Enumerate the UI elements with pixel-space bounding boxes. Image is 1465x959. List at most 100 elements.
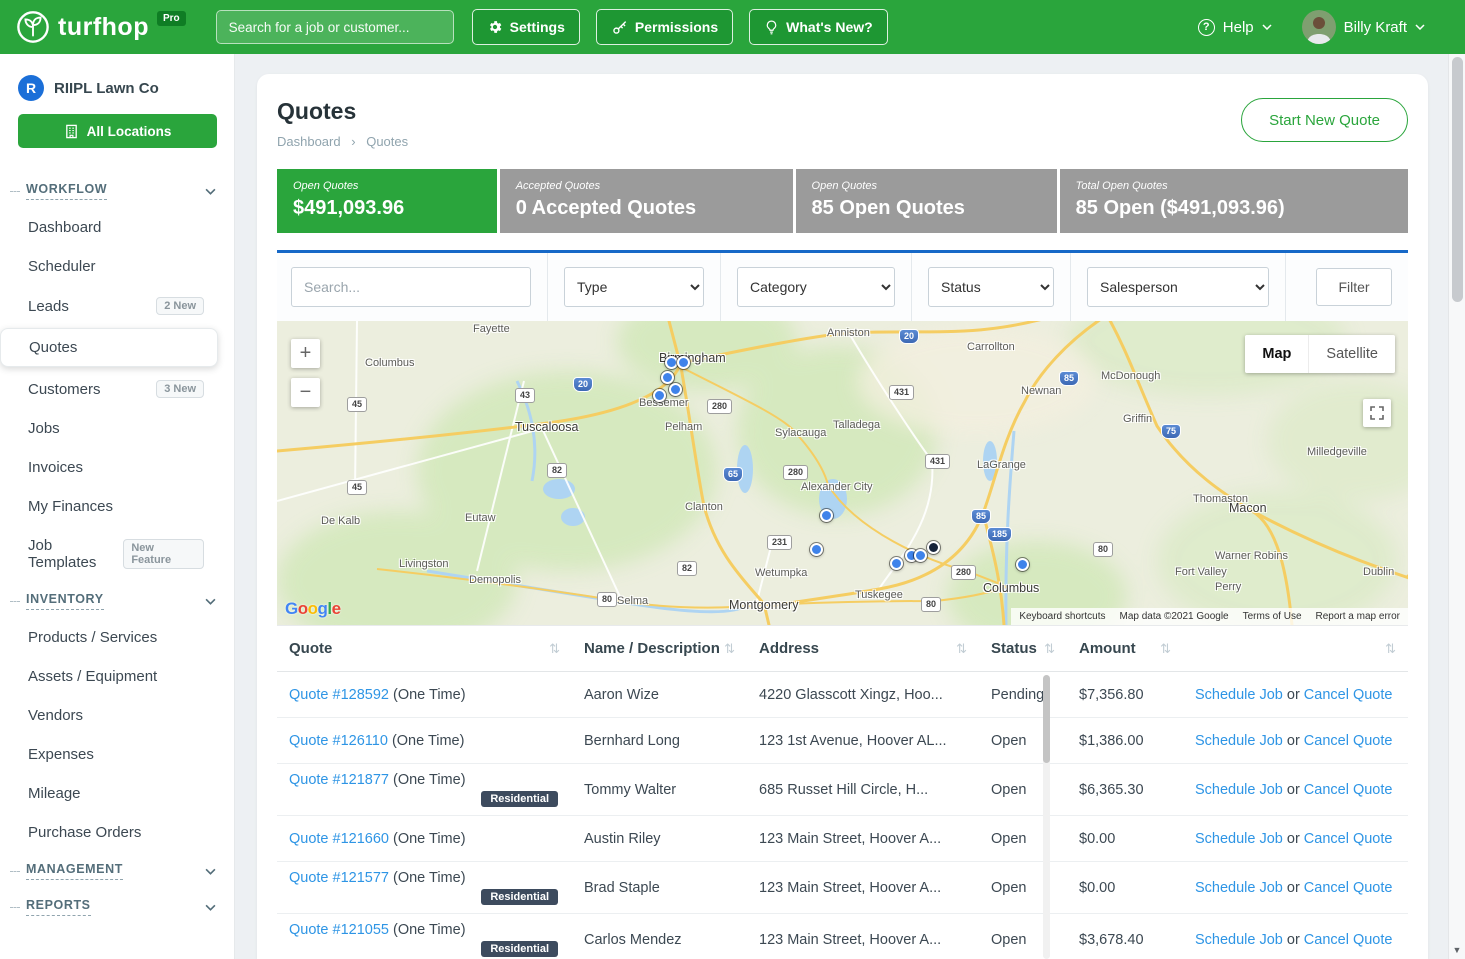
status-select[interactable]: Status [928, 267, 1054, 307]
report-map-error-link[interactable]: Report a map error [1316, 611, 1400, 622]
permissions-button[interactable]: Permissions [596, 9, 733, 45]
sidebar-item-vendors[interactable]: Vendors [0, 696, 218, 735]
sidebar-item-dashboard[interactable]: Dashboard [0, 208, 218, 247]
company-switcher[interactable]: R RIIPL Lawn Co [0, 54, 234, 114]
keyboard-shortcuts-link[interactable]: Keyboard shortcuts [1019, 611, 1105, 622]
map-marker-selected[interactable] [927, 541, 940, 554]
cancel-quote-link[interactable]: Cancel Quote [1304, 932, 1393, 948]
sort-icon[interactable]: ⇅ [549, 641, 560, 657]
sidebar-item-customers[interactable]: Customers 3 New [0, 369, 218, 409]
table-scrollbar[interactable] [1043, 675, 1050, 959]
google-logo[interactable]: Google [285, 599, 341, 619]
schedule-job-link[interactable]: Schedule Job [1195, 932, 1283, 948]
sidebar-item-invoices[interactable]: Invoices [0, 448, 218, 487]
schedule-job-link[interactable]: Schedule Job [1195, 782, 1283, 798]
map-marker[interactable] [669, 383, 682, 396]
map-label: LaGrange [977, 459, 1026, 471]
cancel-quote-link[interactable]: Cancel Quote [1304, 782, 1393, 798]
permissions-label: Permissions [635, 19, 718, 35]
filter-button[interactable]: Filter [1316, 268, 1392, 306]
satellite-view-button[interactable]: Satellite [1308, 335, 1395, 373]
map-marker[interactable] [890, 557, 903, 570]
quotes-search-input[interactable] [291, 267, 531, 307]
map-marker[interactable] [820, 509, 833, 522]
sidebar-item-my-finances[interactable]: My Finances [0, 487, 218, 526]
breadcrumb-dashboard-link[interactable]: Dashboard [277, 134, 341, 149]
table-scrollbar-thumb[interactable] [1043, 675, 1050, 763]
sidebar-section-inventory[interactable]: Inventory [0, 582, 234, 618]
sort-icon[interactable]: ⇅ [956, 641, 967, 657]
cancel-quote-link[interactable]: Cancel Quote [1304, 831, 1393, 847]
quote-link[interactable]: Quote #128592 [289, 687, 389, 703]
quote-link[interactable]: Quote #121877 [289, 772, 389, 788]
map-marker[interactable] [653, 389, 666, 402]
sidebar-item-mileage[interactable]: Mileage [0, 774, 218, 813]
sort-icon[interactable]: ⇅ [1044, 641, 1055, 657]
sort-icon[interactable]: ⇅ [1160, 641, 1171, 657]
sidebar-item-products-services[interactable]: Products / Services [0, 618, 218, 657]
map-marker[interactable] [1016, 558, 1029, 571]
scroll-down-arrow-icon[interactable]: ▼ [1453, 941, 1462, 959]
zoom-out-button[interactable]: − [291, 378, 320, 407]
terms-of-use-link[interactable]: Terms of Use [1243, 611, 1302, 622]
road-shield: 43 [515, 388, 535, 403]
sidebar-item-purchase-orders[interactable]: Purchase Orders [0, 813, 218, 852]
schedule-job-link[interactable]: Schedule Job [1195, 733, 1283, 749]
sidebar-item-job-templates[interactable]: Job Templates New Feature [0, 526, 218, 582]
road-shield: 20 [573, 377, 593, 392]
map-marker[interactable] [914, 549, 927, 562]
cancel-quote-link[interactable]: Cancel Quote [1304, 687, 1393, 703]
map-marker[interactable] [677, 356, 690, 369]
all-locations-button[interactable]: All Locations [18, 114, 217, 148]
sidebar-item-leads[interactable]: Leads 2 New [0, 286, 218, 326]
map-label: Fayette [473, 323, 510, 335]
quote-link[interactable]: Quote #121055 [289, 922, 389, 938]
zoom-in-button[interactable]: + [291, 339, 320, 368]
map[interactable]: Columbus Fayette Tuscaloosa Birmingham B… [277, 321, 1408, 625]
sidebar-item-expenses[interactable]: Expenses [0, 735, 218, 774]
company-avatar: R [18, 75, 44, 101]
window-scrollbar-thumb[interactable] [1452, 57, 1463, 302]
schedule-job-link[interactable]: Schedule Job [1195, 831, 1283, 847]
sort-icon[interactable]: ⇅ [1385, 641, 1396, 657]
quote-link[interactable]: Quote #121660 [289, 831, 389, 847]
start-new-quote-button[interactable]: Start New Quote [1241, 98, 1408, 142]
cancel-quote-link[interactable]: Cancel Quote [1304, 733, 1393, 749]
stat-open-quotes-amount: Open Quotes $491,093.96 [277, 169, 497, 233]
sidebar-item-jobs[interactable]: Jobs [0, 409, 218, 448]
map-marker[interactable] [661, 371, 674, 384]
type-select[interactable]: Type [564, 267, 704, 307]
sort-icon[interactable]: ⇅ [724, 641, 735, 657]
window-scrollbar[interactable]: ▼ [1448, 54, 1465, 959]
sidebar-item-scheduler[interactable]: Scheduler [0, 247, 218, 286]
fullscreen-button[interactable] [1363, 399, 1391, 427]
schedule-job-link[interactable]: Schedule Job [1195, 687, 1283, 703]
help-menu[interactable]: ? Help [1198, 19, 1272, 36]
address: 123 Main Street, Hoover A... [747, 872, 979, 904]
map-label: Alexander City [801, 481, 873, 493]
customer-name: Bernhard Long [572, 725, 747, 757]
user-menu[interactable]: Billy Kraft [1302, 10, 1425, 44]
sidebar-section-management[interactable]: Management [0, 852, 234, 888]
quote-link[interactable]: Quote #121577 [289, 870, 389, 886]
salesperson-select[interactable]: Salesperson [1087, 267, 1269, 307]
road-shield: 20 [899, 329, 919, 344]
map-label: Newnan [1021, 385, 1061, 397]
global-search-input[interactable] [216, 10, 454, 44]
sidebar-section-reports[interactable]: Reports [0, 888, 234, 924]
map-view-button[interactable]: Map [1245, 335, 1308, 373]
road-shield: 75 [1161, 424, 1181, 439]
schedule-job-link[interactable]: Schedule Job [1195, 880, 1283, 896]
whats-new-button[interactable]: What's New? [749, 9, 888, 45]
sidebar-section-workflow[interactable]: Workflow [0, 172, 234, 208]
all-locations-label: All Locations [87, 124, 172, 139]
brand[interactable]: turfhop Pro [16, 10, 186, 44]
road-shield: 82 [547, 463, 567, 478]
settings-button[interactable]: Settings [472, 9, 580, 45]
sidebar-item-quotes[interactable]: Quotes [0, 328, 218, 367]
sidebar-item-assets-equipment[interactable]: Assets / Equipment [0, 657, 218, 696]
quote-link[interactable]: Quote #126110 [289, 733, 388, 749]
category-select[interactable]: Category [737, 267, 895, 307]
map-marker[interactable] [810, 543, 823, 556]
cancel-quote-link[interactable]: Cancel Quote [1304, 880, 1393, 896]
